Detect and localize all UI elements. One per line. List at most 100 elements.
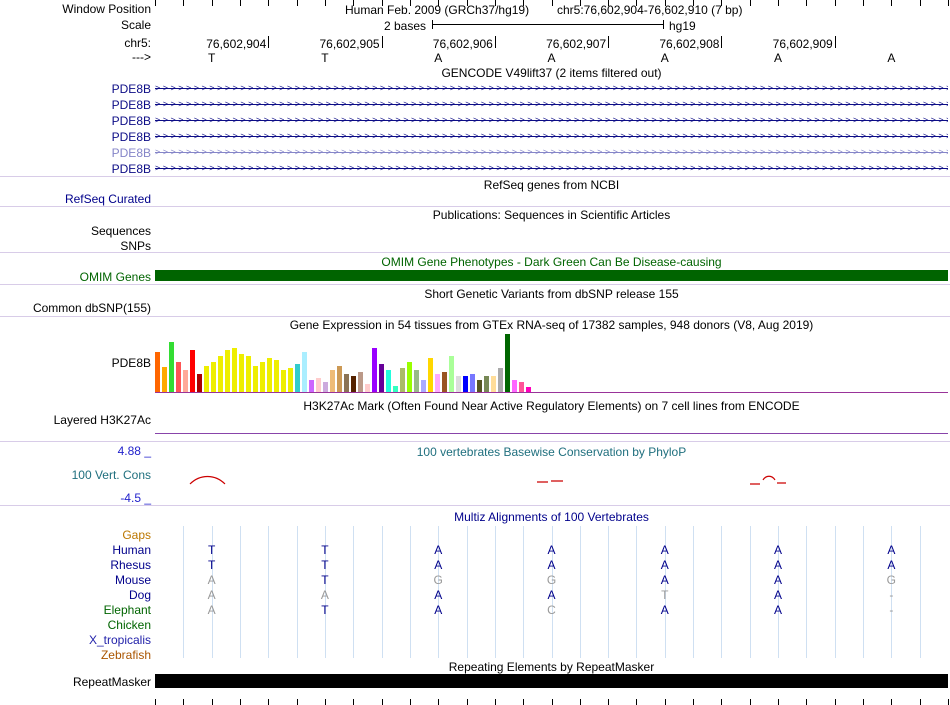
alignment-base[interactable]: A bbox=[766, 543, 790, 557]
gtex-bar[interactable] bbox=[309, 380, 314, 392]
gtex-bar[interactable] bbox=[162, 367, 167, 392]
gene-track[interactable]: >>>>>>>>>>>>>>>>>>>>>>>>>>>>>>>>>>>>>>>>… bbox=[155, 114, 948, 126]
gene-track[interactable]: >>>>>>>>>>>>>>>>>>>>>>>>>>>>>>>>>>>>>>>>… bbox=[155, 130, 948, 142]
alignment-base[interactable]: T bbox=[313, 573, 337, 587]
gtex-bar[interactable] bbox=[421, 380, 426, 392]
gtex-bar[interactable] bbox=[484, 376, 489, 392]
alignment-base[interactable]: A bbox=[200, 588, 224, 602]
alignment-base[interactable]: G bbox=[879, 573, 903, 587]
gtex-bar[interactable] bbox=[190, 350, 195, 392]
phylop-signal[interactable] bbox=[155, 456, 948, 504]
gene-track[interactable]: >>>>>>>>>>>>>>>>>>>>>>>>>>>>>>>>>>>>>>>>… bbox=[155, 146, 948, 158]
gtex-bar[interactable] bbox=[260, 362, 265, 392]
alignment-base[interactable]: A bbox=[766, 588, 790, 602]
gtex-bar[interactable] bbox=[218, 356, 223, 392]
gtex-bar[interactable] bbox=[442, 372, 447, 392]
alignment-base[interactable]: T bbox=[200, 558, 224, 572]
gtex-bar[interactable] bbox=[267, 358, 272, 392]
alignment-base[interactable]: A bbox=[426, 543, 450, 557]
gtex-bar[interactable] bbox=[232, 348, 237, 392]
alignment-base[interactable]: A bbox=[200, 603, 224, 617]
gtex-bar[interactable] bbox=[365, 384, 370, 392]
gtex-bar[interactable] bbox=[351, 376, 356, 392]
gtex-bar[interactable] bbox=[204, 366, 209, 392]
gtex-bar[interactable] bbox=[330, 370, 335, 392]
alignment-base[interactable]: A bbox=[540, 588, 564, 602]
gene-track[interactable]: >>>>>>>>>>>>>>>>>>>>>>>>>>>>>>>>>>>>>>>>… bbox=[155, 162, 948, 174]
gtex-bar[interactable] bbox=[281, 370, 286, 392]
gtex-bar[interactable] bbox=[463, 376, 468, 392]
dbsnp-header[interactable]: Short Genetic Variants from dbSNP releas… bbox=[155, 288, 948, 301]
gtex-bar[interactable] bbox=[225, 350, 230, 392]
gtex-bar[interactable] bbox=[169, 342, 174, 392]
gtex-bar[interactable] bbox=[155, 352, 160, 392]
gtex-bar[interactable] bbox=[274, 360, 279, 392]
gtex-bar[interactable] bbox=[337, 366, 342, 392]
gtex-bar[interactable] bbox=[512, 380, 517, 392]
alignment-base[interactable]: A bbox=[766, 558, 790, 572]
gene-track[interactable]: >>>>>>>>>>>>>>>>>>>>>>>>>>>>>>>>>>>>>>>>… bbox=[155, 82, 948, 94]
gtex-bar[interactable] bbox=[316, 378, 321, 392]
gtex-bar[interactable] bbox=[393, 386, 398, 392]
gtex-bar[interactable] bbox=[372, 348, 377, 392]
refseq-header[interactable]: RefSeq genes from NCBI bbox=[155, 179, 948, 192]
h3k27ac-header[interactable]: H3K27Ac Mark (Often Found Near Active Re… bbox=[155, 400, 948, 413]
gtex-bar[interactable] bbox=[323, 382, 328, 392]
gtex-bar[interactable] bbox=[407, 362, 412, 392]
alignment-base[interactable]: A bbox=[766, 573, 790, 587]
gtex-bar[interactable] bbox=[379, 364, 384, 392]
gtex-bar[interactable] bbox=[386, 370, 391, 392]
alignment-base[interactable]: A bbox=[313, 588, 337, 602]
alignment-base[interactable]: G bbox=[540, 573, 564, 587]
gtex-bar[interactable] bbox=[449, 356, 454, 392]
alignment-base[interactable]: T bbox=[313, 603, 337, 617]
gtex-bar[interactable] bbox=[344, 374, 349, 392]
gtex-bar[interactable] bbox=[197, 374, 202, 392]
gtex-bar[interactable] bbox=[505, 334, 510, 392]
gtex-bar[interactable] bbox=[239, 354, 244, 392]
alignment-base[interactable]: A bbox=[653, 573, 677, 587]
gtex-bar[interactable] bbox=[477, 380, 482, 392]
publications-header[interactable]: Publications: Sequences in Scientific Ar… bbox=[155, 209, 948, 222]
repeatmasker-header[interactable]: Repeating Elements by RepeatMasker bbox=[155, 661, 948, 674]
gencode-header[interactable]: GENCODE V49lift37 (2 items filtered out) bbox=[155, 67, 948, 80]
omim-track-bar[interactable] bbox=[155, 270, 948, 281]
multiz-header[interactable]: Multiz Alignments of 100 Vertebrates bbox=[155, 511, 948, 524]
gtex-bar[interactable] bbox=[435, 374, 440, 392]
alignment-base[interactable]: C bbox=[540, 603, 564, 617]
alignment-base[interactable]: A bbox=[653, 543, 677, 557]
gtex-bar[interactable] bbox=[470, 374, 475, 392]
alignment-base[interactable]: A bbox=[766, 603, 790, 617]
gtex-bar[interactable] bbox=[211, 362, 216, 392]
alignment-base[interactable]: T bbox=[313, 543, 337, 557]
gene-track[interactable]: >>>>>>>>>>>>>>>>>>>>>>>>>>>>>>>>>>>>>>>>… bbox=[155, 98, 948, 110]
gtex-bar[interactable] bbox=[456, 376, 461, 392]
gtex-bar[interactable] bbox=[246, 356, 251, 392]
alignment-base[interactable]: A bbox=[200, 573, 224, 587]
alignment-base[interactable]: A bbox=[879, 558, 903, 572]
gtex-bar[interactable] bbox=[519, 382, 524, 392]
alignment-base[interactable]: A bbox=[426, 603, 450, 617]
alignment-base[interactable]: A bbox=[540, 543, 564, 557]
gtex-bar[interactable] bbox=[400, 368, 405, 392]
repeatmasker-track-bar[interactable] bbox=[155, 674, 948, 688]
omim-header[interactable]: OMIM Gene Phenotypes - Dark Green Can Be… bbox=[155, 256, 948, 269]
gtex-bar[interactable] bbox=[526, 387, 531, 392]
gtex-bar[interactable] bbox=[498, 368, 503, 392]
gtex-header[interactable]: Gene Expression in 54 tissues from GTEx … bbox=[155, 319, 948, 332]
gtex-bar[interactable] bbox=[176, 362, 181, 392]
alignment-base[interactable]: A bbox=[426, 558, 450, 572]
alignment-base[interactable]: G bbox=[426, 573, 450, 587]
alignment-base[interactable]: - bbox=[879, 603, 903, 617]
gtex-bar[interactable] bbox=[302, 352, 307, 392]
alignment-base[interactable]: A bbox=[426, 588, 450, 602]
alignment-base[interactable]: A bbox=[653, 558, 677, 572]
alignment-base[interactable]: - bbox=[879, 588, 903, 602]
gtex-bar[interactable] bbox=[295, 364, 300, 392]
alignment-base[interactable]: A bbox=[879, 543, 903, 557]
alignment-base[interactable]: T bbox=[313, 558, 337, 572]
alignment-base[interactable]: A bbox=[540, 558, 564, 572]
alignment-base[interactable]: T bbox=[200, 543, 224, 557]
alignment-base[interactable]: A bbox=[653, 603, 677, 617]
gtex-bar[interactable] bbox=[491, 376, 496, 392]
